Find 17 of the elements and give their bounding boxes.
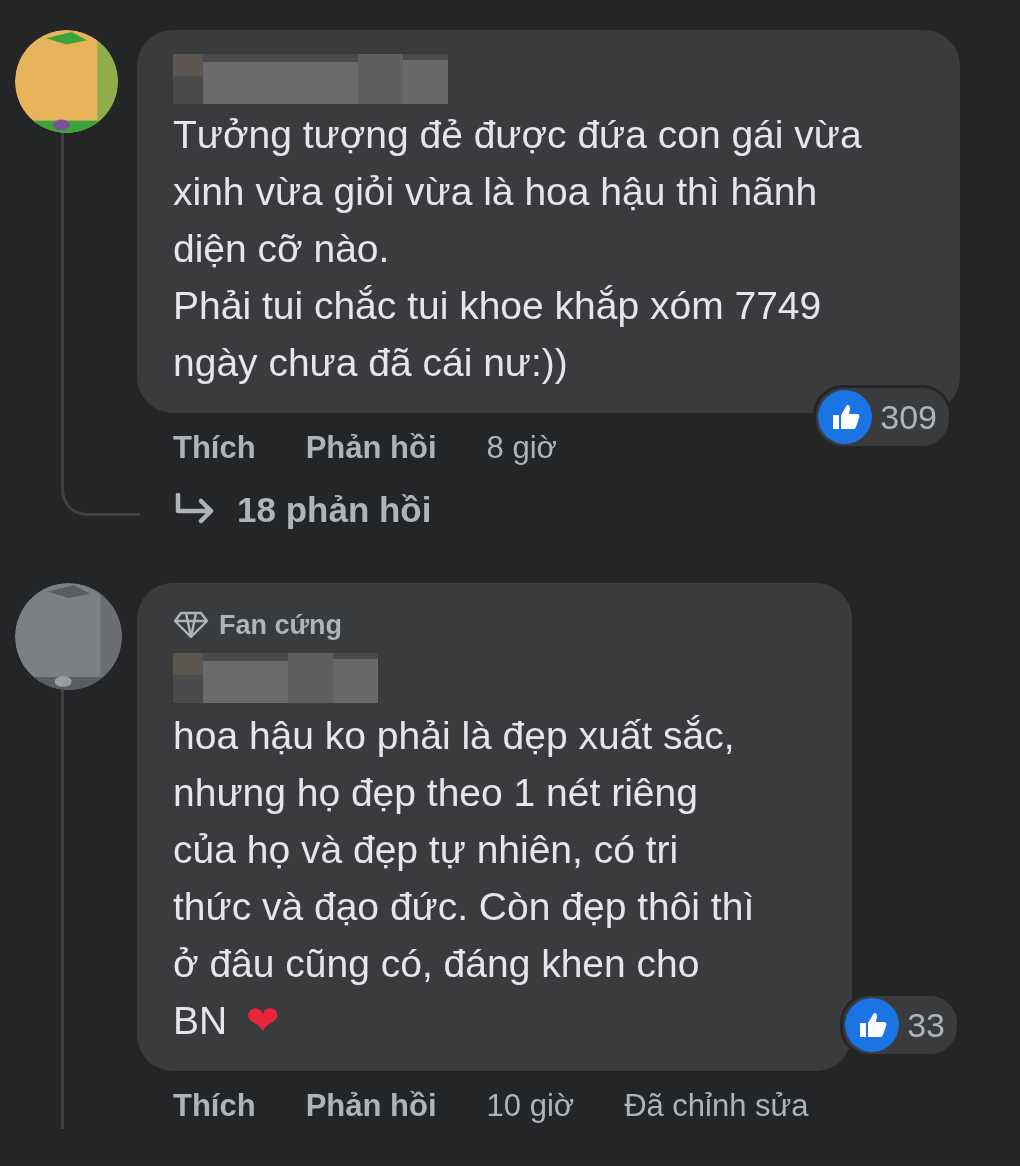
action-link[interactable]: Thích <box>173 425 256 471</box>
like-icon <box>845 998 900 1052</box>
replies-link[interactable]: 18 phản hồi <box>237 485 432 535</box>
reaction-count[interactable]: 33 <box>840 993 960 1057</box>
edited-label: Đã chỉnh sửa <box>624 1087 809 1125</box>
reaction-count[interactable]: 309 <box>813 385 952 449</box>
diamond-icon <box>173 611 209 639</box>
action-link[interactable]: Thích <box>173 1083 256 1129</box>
comment-text: hoa hậu ko phải là đẹp xuất sắc, nhưng họ đẹp theo 1 nét riêng của họ và đẹp tự nhiên, có tri thức và đạo đức. Còn đẹp thôi thì ở đâu cũng có, đáng khen cho BN ❤ <box>173 713 756 1045</box>
badge-label: Fan cứng <box>219 609 343 642</box>
comment-text: Phải tui chắc tui khoe khắp xóm 7749 ngày chưa đã cái nư:)) <box>173 283 823 386</box>
action-link[interactable]: Phản hồi <box>305 425 437 471</box>
comment-text: Tưởng tượng đẻ được đứa con gái vừa xinh vừa giỏi vừa là hoa hậu thì hãnh diện cỡ nào. <box>173 112 863 272</box>
timestamp[interactable]: 10 giờ <box>486 1083 575 1129</box>
timestamp[interactable]: 8 giờ <box>486 425 557 471</box>
action-link[interactable]: Phản hồi <box>305 1083 437 1129</box>
like-icon <box>818 390 873 444</box>
